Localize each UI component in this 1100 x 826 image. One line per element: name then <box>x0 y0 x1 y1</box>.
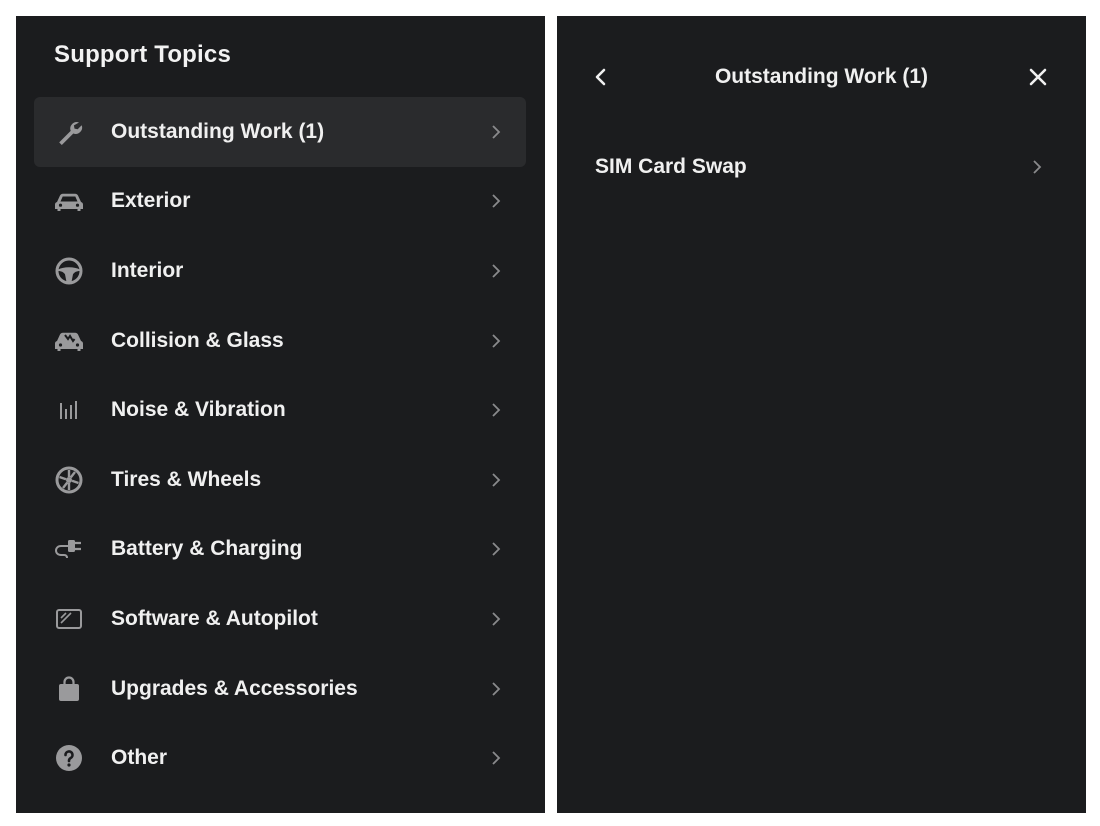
chevron-right-icon <box>492 542 501 556</box>
topic-label: Battery & Charging <box>111 537 303 561</box>
work-item-label: SIM Card Swap <box>595 155 747 178</box>
collision-car-icon <box>52 326 86 356</box>
topic-software-autopilot[interactable]: Software & Autopilot <box>34 584 526 654</box>
chevron-right-icon <box>492 125 501 139</box>
chevron-right-icon <box>492 264 501 278</box>
steering-wheel-icon <box>52 256 86 286</box>
panel-title: Support Topics <box>54 41 232 68</box>
close-icon[interactable] <box>1028 67 1048 87</box>
topic-label: Tires & Wheels <box>111 467 262 491</box>
topic-noise-vibration[interactable]: Noise & Vibration <box>34 375 526 445</box>
chevron-right-icon <box>492 751 501 765</box>
chevron-right-icon <box>492 194 501 209</box>
chevron-right-icon <box>492 681 501 696</box>
topic-label: Interior <box>111 258 184 282</box>
topic-label: Upgrades & Accessories <box>111 676 358 700</box>
topic-label: Outstanding Work (1) <box>111 119 325 143</box>
chevron-right-icon <box>492 612 501 626</box>
wrench-icon <box>52 117 86 147</box>
outstanding-work-panel: Outstanding Work (1) SIM Card Swap <box>557 16 1086 813</box>
topic-exterior[interactable]: Exterior <box>34 167 526 237</box>
question-circle-icon <box>52 743 86 773</box>
topic-interior[interactable]: Interior <box>34 236 526 306</box>
sound-bars-icon <box>52 395 86 425</box>
topic-collision-glass[interactable]: Collision & Glass <box>34 306 526 376</box>
shopping-bag-icon <box>52 674 86 704</box>
topic-label: Software & Autopilot <box>111 606 318 630</box>
topic-label: Noise & Vibration <box>111 398 286 422</box>
wheel-icon <box>52 465 86 495</box>
support-topics-panel: Support Topics Outstanding Work (1) Exte… <box>16 16 545 813</box>
detail-header: Outstanding Work (1) <box>557 16 1086 136</box>
screen-icon <box>52 604 86 634</box>
topic-upgrades-accessories[interactable]: Upgrades & Accessories <box>34 654 526 724</box>
charging-plug-icon <box>52 534 86 564</box>
topic-label: Exterior <box>111 189 191 213</box>
topic-label: Other <box>111 746 168 770</box>
topic-list: Outstanding Work (1) Exterior Interior C… <box>34 97 526 793</box>
chevron-right-icon <box>1033 160 1042 174</box>
car-icon <box>52 186 86 216</box>
topic-outstanding-work[interactable]: Outstanding Work (1) <box>34 97 526 167</box>
topic-label: Collision & Glass <box>111 328 284 352</box>
topic-tires-wheels[interactable]: Tires & Wheels <box>34 445 526 515</box>
chevron-right-icon <box>492 403 501 417</box>
chevron-right-icon <box>492 333 501 348</box>
work-item-sim-card-swap[interactable]: SIM Card Swap <box>577 134 1067 200</box>
topic-battery-charging[interactable]: Battery & Charging <box>34 515 526 585</box>
detail-title: Outstanding Work (1) <box>714 65 929 88</box>
topic-other[interactable]: Other <box>34 723 526 793</box>
chevron-right-icon <box>492 473 501 487</box>
